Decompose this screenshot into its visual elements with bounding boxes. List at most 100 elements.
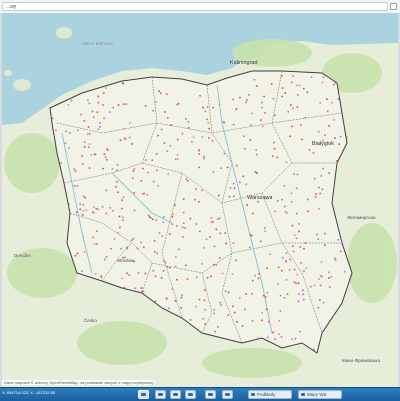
- poi-marker[interactable]: [300, 262, 302, 264]
- poi-marker[interactable]: [144, 105, 147, 107]
- share-button[interactable]: [222, 390, 233, 399]
- poi-marker[interactable]: [251, 320, 254, 322]
- poi-marker[interactable]: [271, 155, 274, 157]
- poi-marker[interactable]: [249, 234, 252, 236]
- poi-marker[interactable]: [192, 136, 195, 139]
- print-button[interactable]: [185, 390, 196, 399]
- poi-marker[interactable]: [207, 122, 209, 124]
- poi-marker[interactable]: [292, 75, 294, 77]
- poi-marker[interactable]: [103, 153, 106, 155]
- poi-marker[interactable]: [217, 218, 219, 220]
- poi-marker[interactable]: [266, 267, 268, 270]
- poi-marker[interactable]: [297, 94, 299, 96]
- poi-marker[interactable]: [217, 326, 219, 328]
- poi-marker[interactable]: [345, 136, 348, 138]
- poi-marker[interactable]: [233, 187, 236, 189]
- poi-marker[interactable]: [305, 267, 308, 269]
- poi-marker[interactable]: [129, 122, 131, 124]
- poi-marker[interactable]: [144, 272, 147, 275]
- poi-marker[interactable]: [295, 282, 297, 285]
- poi-marker[interactable]: [293, 173, 295, 175]
- poi-marker[interactable]: [155, 153, 158, 155]
- poi-marker[interactable]: [120, 247, 122, 250]
- poi-marker[interactable]: [82, 210, 85, 212]
- poi-marker[interactable]: [245, 293, 247, 295]
- poi-marker[interactable]: [322, 76, 325, 79]
- poi-marker[interactable]: [105, 158, 108, 161]
- poi-marker[interactable]: [143, 192, 145, 195]
- poi-marker[interactable]: [205, 238, 208, 241]
- poi-marker[interactable]: [286, 293, 289, 295]
- poi-marker[interactable]: [289, 258, 291, 261]
- poi-marker[interactable]: [157, 134, 159, 137]
- poi-marker[interactable]: [68, 203, 70, 205]
- poi-marker[interactable]: [219, 257, 221, 259]
- poi-marker[interactable]: [142, 167, 144, 170]
- poi-marker[interactable]: [232, 305, 234, 308]
- wms-maps-button[interactable]: Mapy WS: [298, 390, 342, 399]
- poi-marker[interactable]: [260, 119, 262, 121]
- poi-marker[interactable]: [79, 203, 81, 206]
- poi-marker[interactable]: [318, 208, 320, 210]
- poi-marker[interactable]: [268, 320, 270, 323]
- poi-marker[interactable]: [118, 215, 121, 218]
- poi-marker[interactable]: [88, 102, 91, 105]
- poi-marker[interactable]: [176, 138, 179, 141]
- poi-marker[interactable]: [169, 233, 171, 235]
- search-button[interactable]: [390, 3, 397, 10]
- poi-marker[interactable]: [256, 172, 258, 174]
- poi-marker[interactable]: [97, 128, 100, 131]
- poi-marker[interactable]: [141, 290, 144, 293]
- poi-marker[interactable]: [110, 247, 112, 250]
- search-input[interactable]: ...wy: [2, 2, 388, 11]
- poi-marker[interactable]: [280, 336, 283, 338]
- poi-marker[interactable]: [101, 206, 104, 208]
- poi-marker[interactable]: [105, 256, 108, 258]
- poi-marker[interactable]: [278, 319, 280, 322]
- poi-marker[interactable]: [70, 99, 73, 102]
- poi-marker[interactable]: [122, 196, 125, 199]
- poi-marker[interactable]: [84, 196, 86, 199]
- poi-marker[interactable]: [198, 153, 201, 155]
- poi-marker[interactable]: [96, 243, 98, 245]
- poi-marker[interactable]: [333, 119, 335, 121]
- poi-marker[interactable]: [199, 95, 201, 97]
- poi-marker[interactable]: [204, 308, 207, 311]
- poi-marker[interactable]: [310, 285, 312, 288]
- poi-marker[interactable]: [147, 214, 150, 217]
- poi-marker[interactable]: [194, 198, 196, 201]
- poi-marker[interactable]: [293, 268, 296, 271]
- poi-marker[interactable]: [252, 212, 254, 215]
- poi-marker[interactable]: [219, 301, 222, 304]
- poi-marker[interactable]: [239, 181, 241, 184]
- poi-marker[interactable]: [154, 275, 157, 278]
- poi-marker[interactable]: [176, 154, 179, 156]
- poi-marker[interactable]: [182, 198, 185, 200]
- poi-marker[interactable]: [123, 127, 125, 130]
- poi-marker[interactable]: [256, 337, 259, 340]
- poi-marker[interactable]: [123, 103, 125, 105]
- poi-marker[interactable]: [261, 312, 263, 314]
- poi-marker[interactable]: [209, 236, 211, 238]
- poi-marker[interactable]: [253, 78, 256, 81]
- poi-marker[interactable]: [211, 139, 214, 142]
- poi-marker[interactable]: [264, 227, 266, 229]
- poi-marker[interactable]: [281, 198, 283, 201]
- poi-marker[interactable]: [313, 177, 316, 180]
- poi-marker[interactable]: [166, 266, 169, 268]
- poi-marker[interactable]: [76, 185, 79, 187]
- poi-marker[interactable]: [123, 286, 126, 289]
- poi-marker[interactable]: [334, 259, 337, 261]
- poi-marker[interactable]: [82, 195, 85, 198]
- poi-marker[interactable]: [284, 211, 287, 213]
- poi-marker[interactable]: [262, 294, 265, 297]
- poi-marker[interactable]: [166, 93, 168, 95]
- poi-marker[interactable]: [177, 158, 179, 160]
- poi-marker[interactable]: [163, 216, 165, 218]
- poi-marker[interactable]: [317, 130, 320, 133]
- poi-marker[interactable]: [65, 130, 67, 133]
- poi-marker[interactable]: [314, 196, 317, 198]
- poi-marker[interactable]: [81, 270, 83, 272]
- poi-marker[interactable]: [74, 170, 77, 172]
- poi-marker[interactable]: [232, 242, 235, 244]
